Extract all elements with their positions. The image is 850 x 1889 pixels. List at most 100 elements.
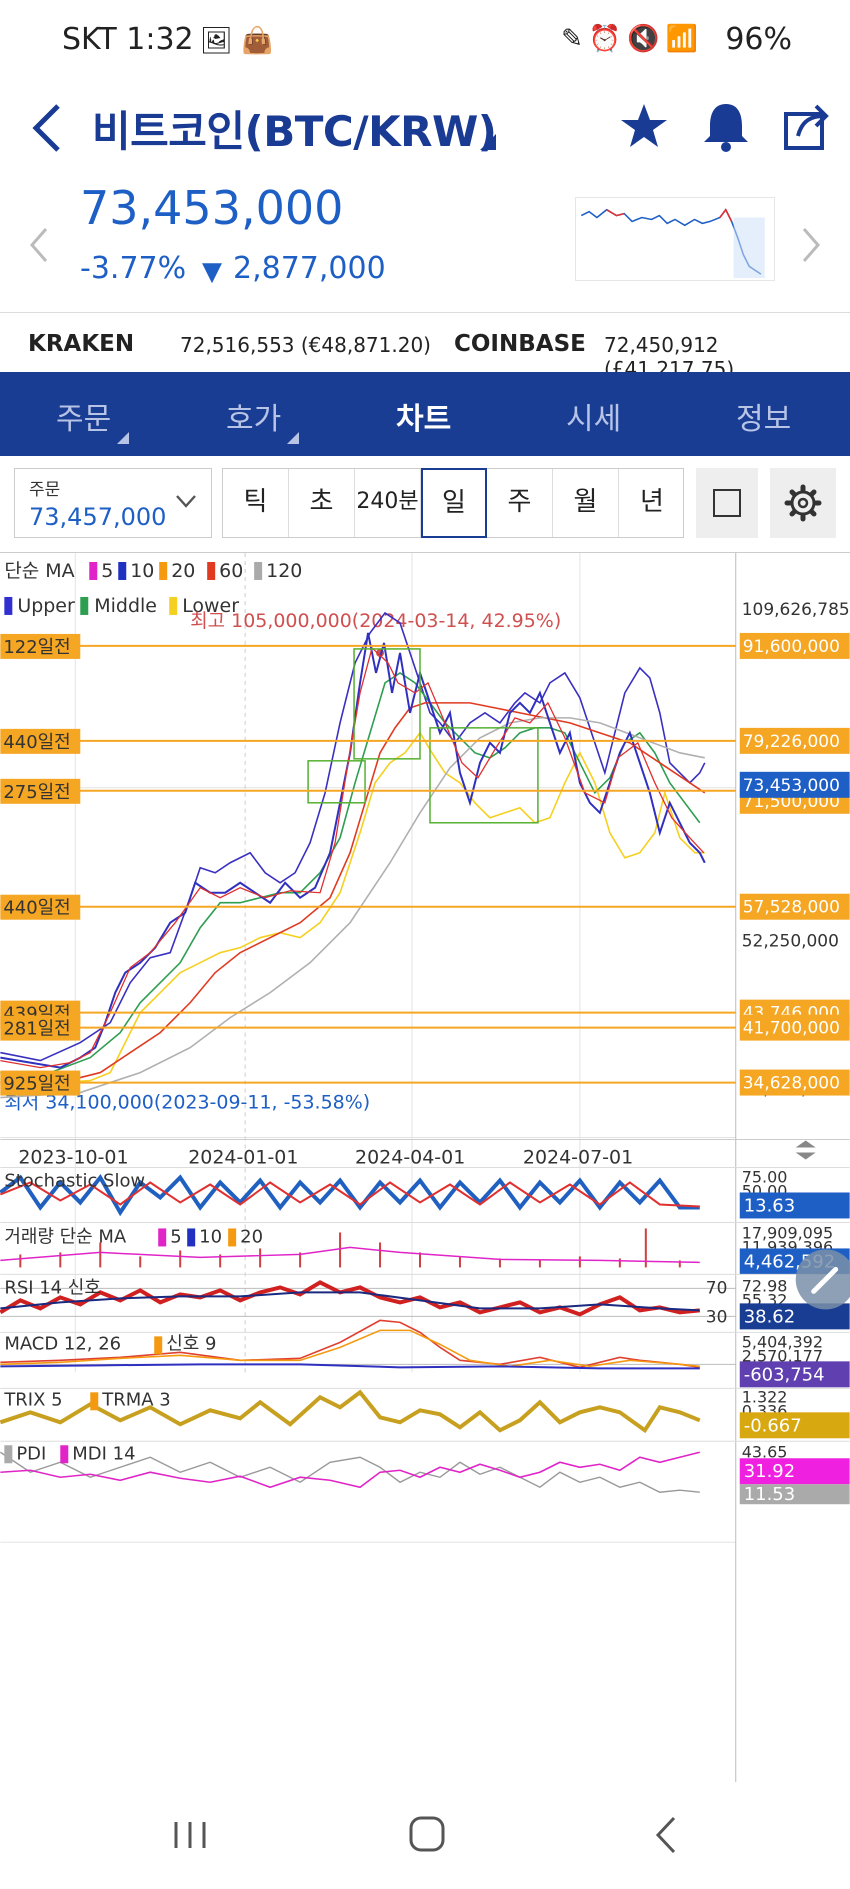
svg-text:10: 10: [199, 1226, 222, 1247]
svg-text:122일전: 122일전: [3, 637, 70, 658]
svg-text:30: 30: [706, 1307, 728, 1327]
period-month[interactable]: 월: [553, 469, 619, 537]
indicator-rsi: RSI 14 신호 70 30 72.98 55.32 38.62: [0, 1273, 850, 1330]
svg-text:TRIX 5: TRIX 5: [3, 1389, 62, 1410]
svg-text:13.63: 13.63: [744, 1195, 795, 1216]
level-lines: [0, 644, 736, 1084]
exchange-value: 72,516,553 (€48,871.20): [180, 333, 431, 357]
bb-upper-line: [0, 611, 706, 1062]
svg-text:440일전: 440일전: [3, 732, 70, 753]
date-axis: 2023-10-01 2024-01-01 2024-04-01 2024-07…: [18, 1147, 633, 1169]
period-year[interactable]: 년: [619, 469, 685, 537]
svg-text:91,600,000: 91,600,000: [743, 637, 840, 657]
svg-text:TRMA 3: TRMA 3: [101, 1389, 170, 1410]
title-dropdown-caret-icon[interactable]: [480, 134, 496, 150]
svg-text:57,528,000: 57,528,000: [743, 898, 840, 918]
tab-quotes[interactable]: 시세: [566, 394, 621, 438]
layout-square-button[interactable]: [696, 468, 758, 538]
svg-text:79,226,000: 79,226,000: [743, 732, 840, 752]
triangle-down-icon: ▼: [202, 257, 222, 287]
bb-upper-label: Upper: [17, 595, 75, 617]
period-tick[interactable]: 틱: [223, 469, 289, 537]
indicator-pdi: PDI MDI 14 43.65 31.92 11.53: [0, 1440, 850, 1505]
status-time: SKT 1:32: [62, 22, 194, 57]
level-labels-left: 122일전 440일전 275일전 440일전 439일전 281일전 925일…: [0, 633, 81, 1096]
svg-text:41,700,000: 41,700,000: [743, 1019, 840, 1039]
tab-info[interactable]: 정보: [736, 394, 791, 438]
chevron-down-icon: [176, 495, 196, 508]
svg-text:거래량 단순 MA: 거래량 단순 MA: [4, 1226, 127, 1247]
svg-text:20: 20: [240, 1226, 263, 1247]
axis-label: 52,250,000: [742, 932, 839, 952]
high-note: 최고 105,000,000(2024-03-14, 42.95%): [190, 610, 561, 632]
current-price: 73,453,000: [80, 181, 344, 235]
recent-apps-icon[interactable]: [160, 1810, 220, 1860]
indicator-volume: 거래량 단순 MA 5 10 20 17,909,095 11,939,396 …: [0, 1221, 850, 1275]
level-labels-right: 91,000,000 91,600,000 79,226,000 71,500,…: [739, 632, 850, 1100]
price-summary: 73,453,000 -3.77% ▼ 2,877,000: [0, 175, 850, 315]
svg-text:440일전: 440일전: [3, 898, 70, 919]
order-price-select[interactable]: 주문 73,457,000: [14, 468, 212, 538]
period-week[interactable]: 주: [487, 469, 553, 537]
status-bar: SKT 1:32 🖼 👜 ✎⏰🔇📶 96%: [0, 0, 850, 84]
ma-legend: 단순 MA 5 10 20 60 120: [4, 560, 302, 582]
exchange-prices: KRAKEN 72,516,553 (€48,871.20) COINBASE …: [0, 312, 850, 381]
pattern-box: [307, 760, 366, 804]
svg-text:70: 70: [706, 1278, 728, 1298]
favorite-star-icon[interactable]: [618, 98, 670, 154]
tab-orderbook[interactable]: 호가: [226, 394, 300, 444]
svg-text:MDI 14: MDI 14: [72, 1443, 135, 1464]
svg-text:281일전: 281일전: [3, 1019, 70, 1040]
share-icon[interactable]: [780, 98, 832, 154]
order-value: 73,457,000: [29, 503, 167, 531]
indicator-stochastic: Stochastic Slow 75.00 50.00 13.63: [0, 1167, 850, 1219]
page-title[interactable]: 비트코인(BTC/KRW): [92, 98, 497, 159]
period-240min[interactable]: 240분: [355, 469, 421, 537]
indicator-macd: MACD 12, 26 신호 9 5,404,392 2,570,177 -60…: [0, 1319, 850, 1388]
price-chart[interactable]: 단순 MA 5 10 20 60 120 Upper Middle Lower …: [0, 552, 850, 1782]
change-percent: -3.77%: [80, 251, 187, 286]
system-nav-bar: [0, 1782, 850, 1889]
svg-text:34,628,000: 34,628,000: [743, 1074, 840, 1094]
svg-text:-0.667: -0.667: [744, 1415, 802, 1436]
square-icon: [713, 489, 741, 517]
battery-level: 96%: [725, 22, 792, 57]
svg-text:MACD 12, 26: MACD 12, 26: [4, 1333, 121, 1354]
alarm-bell-icon[interactable]: [700, 98, 752, 154]
exchange-name: KRAKEN: [28, 331, 135, 357]
gallery-and-bag-icons: 🖼 👜: [200, 26, 274, 56]
svg-text:-603,754: -603,754: [744, 1364, 825, 1385]
svg-text:2024-04-01: 2024-04-01: [355, 1147, 465, 1169]
axis-label: 109,626,785: [742, 600, 850, 620]
back-arrow-icon[interactable]: [28, 100, 68, 156]
period-second[interactable]: 초: [289, 469, 355, 537]
price-candles: [0, 632, 706, 1069]
tab-order[interactable]: 주문: [56, 394, 130, 444]
svg-text:11.53: 11.53: [744, 1484, 795, 1505]
tab-chart[interactable]: 차트: [396, 394, 451, 438]
settings-button[interactable]: [770, 468, 836, 538]
tab-bar: 주문 호가 차트 시세 정보: [0, 372, 850, 456]
ma-legend-20: 20: [171, 560, 195, 582]
period-day[interactable]: 일: [421, 468, 487, 538]
svg-text:2023-10-01: 2023-10-01: [18, 1147, 128, 1169]
back-icon[interactable]: [636, 1810, 696, 1860]
ma-legend-120: 120: [266, 560, 302, 582]
system-status-icons: ✎⏰🔇📶: [561, 24, 704, 54]
svg-text:31.92: 31.92: [744, 1461, 795, 1482]
svg-text:PDI: PDI: [16, 1443, 46, 1464]
mini-price-chart[interactable]: [575, 197, 775, 281]
order-label: 주문: [29, 480, 61, 500]
svg-text:38.62: 38.62: [744, 1306, 795, 1327]
period-selector: 틱 초 240분 일 주 월 년: [222, 468, 684, 538]
svg-text:Stochastic Slow: Stochastic Slow: [4, 1170, 145, 1191]
home-icon[interactable]: [397, 1810, 457, 1860]
svg-text:5: 5: [170, 1226, 181, 1247]
svg-text:RSI 14 신호: RSI 14 신호: [4, 1277, 101, 1298]
next-coin-chevron-icon[interactable]: [798, 225, 824, 265]
chart-toolbar: 주문 73,457,000 틱 초 240분 일 주 월 년: [0, 462, 850, 546]
title-row: 비트코인(BTC/KRW): [0, 92, 850, 172]
gear-icon: [784, 484, 822, 522]
previous-coin-chevron-icon[interactable]: [26, 225, 52, 265]
svg-text:신호 9: 신호 9: [166, 1333, 216, 1354]
